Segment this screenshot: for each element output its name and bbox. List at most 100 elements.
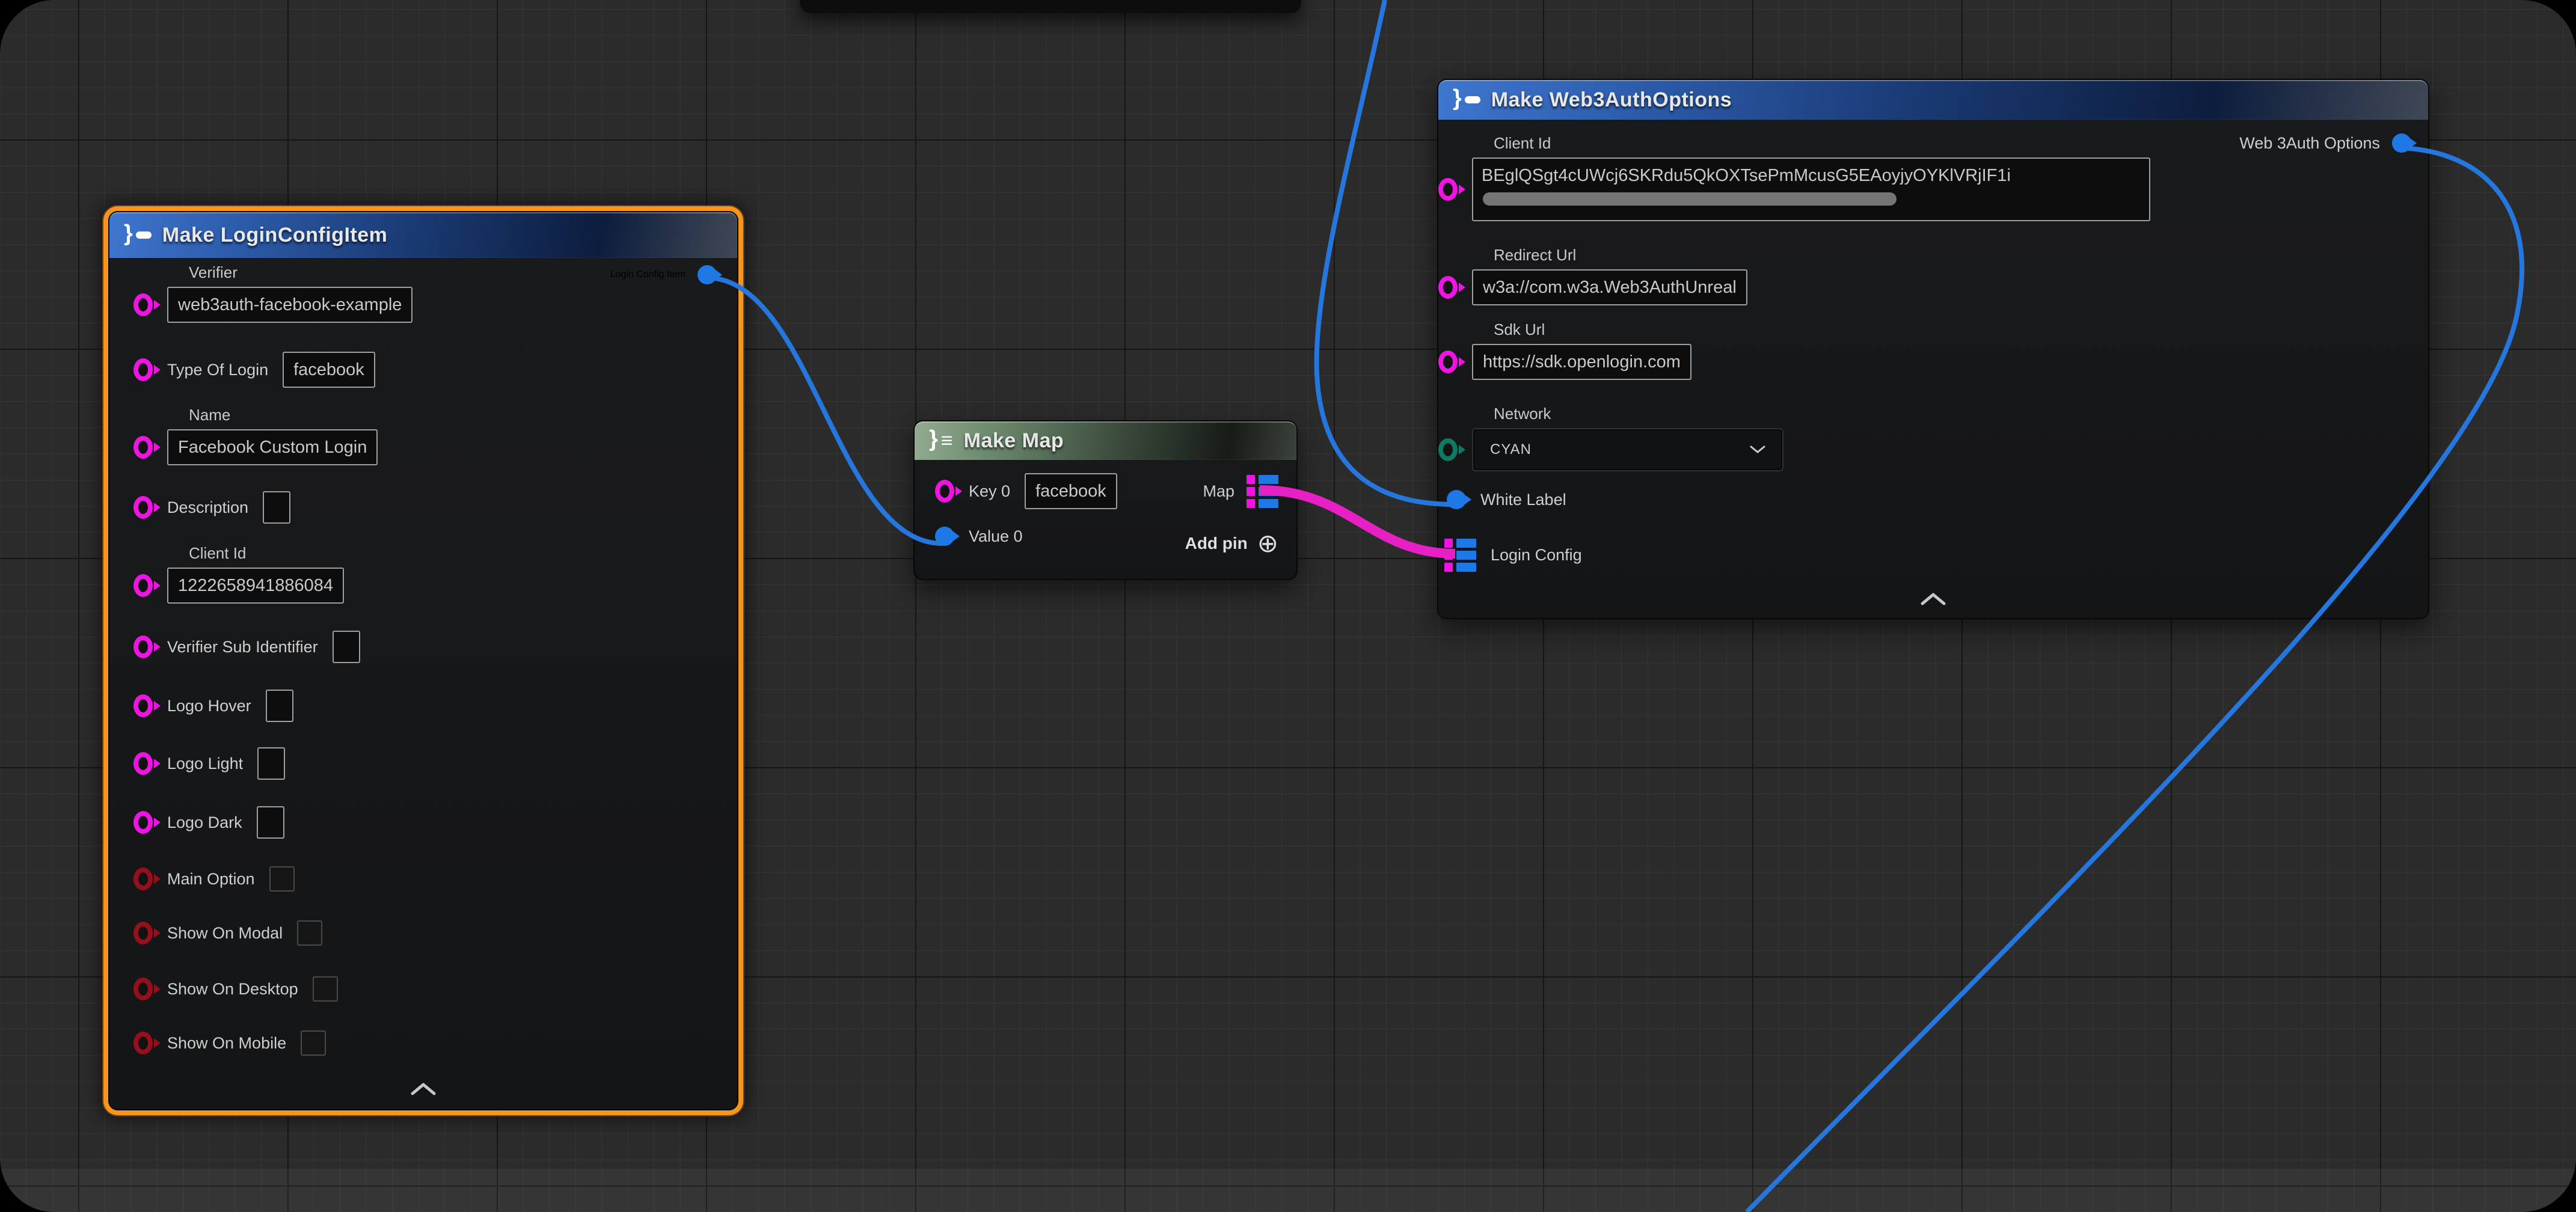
field-value-0: Value 0 — [935, 527, 1023, 546]
field-label: Show On Desktop — [167, 980, 298, 999]
field-type-of-login: Type Of Login facebook — [133, 352, 375, 388]
network-selected-value: CYAN — [1490, 441, 1532, 458]
offscreen-node-bottom-edge[interactable] — [800, 0, 1301, 13]
field-logo-hover: Logo Hover — [133, 690, 293, 722]
field-label: Show On Modal — [167, 924, 283, 943]
logo-hover-pin[interactable] — [133, 694, 153, 717]
node-make-map[interactable]: }≡ Make Map Key 0 facebook Map Value 0 A… — [913, 420, 1298, 580]
field-redirect-url: Redirect Url w3a://com.w3a.Web3AuthUnrea… — [1438, 246, 1747, 305]
white-label-label: White Label — [1480, 491, 1566, 509]
add-pin-button[interactable]: Add pin ⊕ — [1185, 531, 1278, 556]
verifier-sub-identifier-input[interactable] — [333, 631, 360, 663]
chevron-down-icon — [1750, 445, 1765, 454]
show-on-desktop-checkbox[interactable] — [313, 976, 338, 1002]
field-label: Main Option — [167, 870, 255, 889]
type-of-login-input[interactable]: facebook — [283, 352, 375, 388]
key-0-label: Key 0 — [969, 482, 1010, 501]
field-show-on-mobile: Show On Mobile — [133, 1030, 326, 1056]
field-label: Sdk Url — [1494, 320, 1691, 339]
login-config-label: Login Config — [1491, 546, 1582, 565]
add-pin-row: Add pin ⊕ — [1185, 531, 1278, 556]
node-title: Make LoginConfigItem — [162, 224, 388, 247]
collapse-chevron-icon[interactable] — [410, 1082, 437, 1098]
client-id-pin[interactable] — [133, 574, 153, 597]
map-output-label: Map — [1203, 482, 1234, 501]
show-on-mobile-checkbox[interactable] — [301, 1030, 326, 1056]
sdk-url-input[interactable]: https://sdk.openlogin.com — [1472, 344, 1691, 380]
client-id-text: BEglQSgt4cUWcj6SKRdu5QkOXTsePmMcusG5EAoy… — [1482, 166, 2011, 185]
make-struct-icon: } — [124, 224, 152, 246]
field-label: Client Id — [1494, 134, 2150, 153]
field-label: Logo Dark — [167, 813, 242, 832]
key-0-pin[interactable] — [935, 480, 954, 503]
add-pin-icon: ⊕ — [1257, 531, 1278, 556]
verifier-pin[interactable] — [133, 293, 153, 316]
type-of-login-pin[interactable] — [133, 358, 153, 381]
description-pin[interactable] — [133, 496, 153, 519]
node-make-loginconfigitem[interactable]: } Make LoginConfigItem Login Config Item… — [108, 211, 738, 1110]
output-pin-label: Web 3Auth Options — [2239, 134, 2380, 153]
sdk-url-pin[interactable] — [1438, 350, 1458, 373]
network-pin[interactable] — [1438, 438, 1458, 461]
field-logo-light: Logo Light — [133, 747, 285, 780]
collapse-chevron-icon[interactable] — [1920, 592, 1946, 608]
field-client-id: Client Id 1222658941886084 — [133, 544, 344, 604]
name-input[interactable]: Facebook Custom Login — [167, 429, 378, 465]
output-pin-label: Login Config Item — [610, 269, 685, 280]
blueprint-graph-canvas[interactable]: } Make LoginConfigItem Login Config Item… — [0, 0, 2576, 1212]
field-verifier: Verifier web3auth-facebook-example — [133, 263, 412, 323]
show-on-mobile-pin[interactable] — [133, 1032, 153, 1054]
show-on-desktop-pin[interactable] — [133, 978, 153, 1000]
node-make-web3authoptions[interactable]: } Make Web3AuthOptions Web 3Auth Options… — [1437, 79, 2429, 619]
output-row-login-config-item: Login Config Item — [610, 265, 717, 284]
field-label: Network — [1494, 405, 1783, 423]
redirect-url-pin[interactable] — [1438, 276, 1458, 299]
logo-dark-pin[interactable] — [133, 811, 153, 834]
show-on-modal-checkbox[interactable] — [297, 920, 322, 946]
field-label: Client Id — [189, 544, 344, 563]
redirect-url-input[interactable]: w3a://com.w3a.Web3AuthUnreal — [1472, 269, 1747, 305]
node-header[interactable]: } Make LoginConfigItem — [109, 212, 737, 258]
name-pin[interactable] — [133, 436, 153, 459]
field-description: Description — [133, 491, 290, 524]
make-struct-icon: } — [1453, 88, 1480, 111]
node-title: Make Web3AuthOptions — [1491, 88, 1732, 112]
field-main-option: Main Option — [133, 866, 295, 892]
output-row-web3auth-options: Web 3Auth Options — [2239, 133, 2411, 153]
node-header[interactable]: } Make Web3AuthOptions — [1438, 80, 2428, 120]
wire-loginconfigitem-to-value0[interactable] — [707, 278, 942, 543]
description-input[interactable] — [263, 491, 290, 524]
field-label: Redirect Url — [1494, 246, 1747, 265]
verifier-sub-identifier-pin[interactable] — [133, 635, 153, 658]
client-id-input[interactable]: 1222658941886084 — [167, 568, 344, 604]
field-client-id: Client Id BEglQSgt4cUWcj6SKRdu5QkOXTsePm… — [1438, 134, 2150, 221]
key-0-input[interactable]: facebook — [1025, 473, 1117, 509]
logo-hover-input[interactable] — [266, 690, 293, 722]
field-show-on-modal: Show On Modal — [133, 920, 322, 946]
field-key-0: Key 0 facebook — [935, 473, 1117, 509]
client-id-scrollbar[interactable] — [1483, 192, 1897, 206]
make-map-icon: }≡ — [929, 429, 953, 452]
value-0-label: Value 0 — [969, 527, 1023, 546]
node-title: Make Map — [964, 429, 1064, 453]
node-header[interactable]: }≡ Make Map — [915, 421, 1296, 460]
network-dropdown[interactable]: CYAN — [1472, 428, 1783, 471]
field-network: Network CYAN — [1438, 405, 1783, 471]
logo-light-pin[interactable] — [133, 752, 153, 775]
field-show-on-desktop: Show On Desktop — [133, 976, 338, 1002]
field-white-label: White Label — [1447, 490, 1566, 509]
wire-offscreen-to-whitelabel[interactable] — [1317, 0, 1454, 504]
field-verifier-sub-identifier: Verifier Sub Identifier — [133, 631, 360, 663]
main-option-checkbox[interactable] — [269, 866, 295, 892]
login-config-item-output-pin[interactable] — [698, 265, 717, 284]
logo-dark-input[interactable] — [257, 806, 284, 839]
show-on-modal-pin[interactable] — [133, 922, 153, 944]
verifier-input[interactable]: web3auth-facebook-example — [167, 287, 412, 323]
client-id-pin[interactable] — [1438, 178, 1458, 201]
logo-light-input[interactable] — [257, 747, 285, 780]
field-sdk-url: Sdk Url https://sdk.openlogin.com — [1438, 320, 1691, 380]
bottom-panel-highlight — [0, 1169, 2576, 1212]
field-label: Verifier — [189, 263, 412, 282]
main-option-pin[interactable] — [133, 868, 153, 890]
client-id-input[interactable]: BEglQSgt4cUWcj6SKRdu5QkOXTsePmMcusG5EAoy… — [1472, 158, 2150, 221]
